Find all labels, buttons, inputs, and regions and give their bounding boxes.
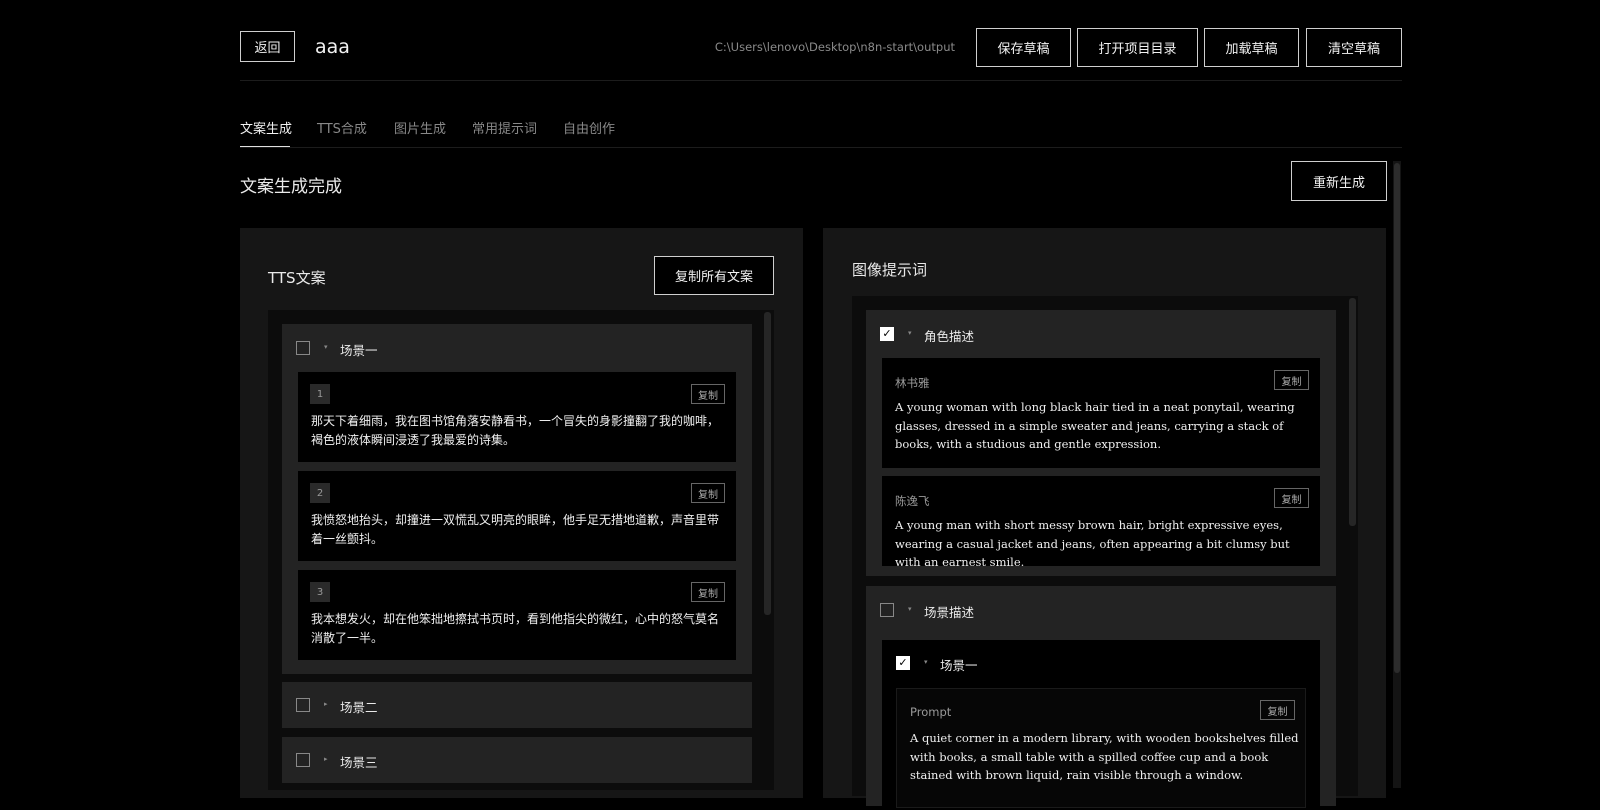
character-section-checkbox[interactable]: ✓ bbox=[880, 327, 894, 341]
prompt-text: A quiet corner in a modern library, with… bbox=[910, 731, 1299, 782]
open-project-dir-button[interactable]: 打开项目目录 bbox=[1077, 28, 1198, 67]
tab-copywriting[interactable]: 文案生成 bbox=[240, 118, 292, 137]
scene-item: ✓ ▾ 场景一 Prompt 复制 A quiet corner in a mo… bbox=[882, 640, 1320, 810]
scene-section-title: 场景描述 bbox=[924, 605, 975, 620]
caret-right-icon[interactable]: ▸ bbox=[324, 755, 328, 763]
prompt-card: Prompt 复制 A quiet corner in a modern lib… bbox=[896, 688, 1306, 808]
character-description: A young woman with long black hair tied … bbox=[895, 400, 1295, 451]
scene-checkbox[interactable] bbox=[296, 698, 310, 712]
tab-tts[interactable]: TTS合成 bbox=[317, 118, 367, 137]
line-number: 3 bbox=[310, 582, 330, 602]
page-title: 文案生成完成 bbox=[240, 177, 342, 197]
character-name: 陈逸飞 bbox=[895, 494, 930, 508]
project-name: aaa bbox=[315, 36, 350, 58]
character-item: 林书雅 复制 A young woman with long black hai… bbox=[882, 358, 1320, 468]
image-list: ✓ ▾ 角色描述 林书雅 复制 A young woman with long … bbox=[852, 296, 1358, 810]
tts-list: ▾ 场景一 1 复制 那天下着细雨，我在图书馆角落安静看书，一个冒失的身影撞翻了… bbox=[268, 310, 774, 790]
regenerate-button[interactable]: 重新生成 bbox=[1291, 161, 1387, 201]
save-draft-button[interactable]: 保存草稿 bbox=[976, 28, 1071, 67]
scene-title: 场景三 bbox=[340, 755, 378, 770]
scene-description-section: ▾ 场景描述 ✓ ▾ 场景一 Prompt 复制 A quiet corner … bbox=[866, 586, 1336, 810]
caret-down-icon[interactable]: ▾ bbox=[908, 605, 912, 613]
copy-button[interactable]: 复制 bbox=[691, 483, 725, 503]
copy-button[interactable]: 复制 bbox=[1260, 700, 1295, 720]
scene-item-title: 场景一 bbox=[940, 658, 978, 673]
scene-card: ▾ 场景一 1 复制 那天下着细雨，我在图书馆角落安静看书，一个冒失的身影撞翻了… bbox=[282, 324, 752, 674]
scene-title: 场景一 bbox=[340, 343, 378, 358]
image-prompt-panel: 图像提示词 ✓ ▾ 角色描述 林书雅 复制 A young woman with… bbox=[823, 228, 1386, 810]
line-item: 2 复制 我愤怒地抬头，却撞进一双慌乱又明亮的眼眸，他手足无措地道歉，声音里带着… bbox=[298, 471, 736, 561]
copy-button[interactable]: 复制 bbox=[1274, 488, 1309, 508]
image-list-scrollbar[interactable] bbox=[1349, 298, 1356, 526]
tab-common-prompts[interactable]: 常用提示词 bbox=[472, 118, 537, 137]
line-item: 1 复制 那天下着细雨，我在图书馆角落安静看书，一个冒失的身影撞翻了我的咖啡，褐… bbox=[298, 372, 736, 462]
scene-card[interactable]: ▸ 场景三 bbox=[282, 737, 752, 783]
copy-all-button[interactable]: 复制所有文案 bbox=[654, 256, 774, 295]
main-scrollbar-thumb[interactable] bbox=[1394, 163, 1400, 673]
scene-checkbox[interactable] bbox=[296, 753, 310, 767]
caret-down-icon[interactable]: ▾ bbox=[324, 343, 328, 351]
character-item: 陈逸飞 复制 A young man with short messy brow… bbox=[882, 476, 1320, 569]
line-text: 我本想发火，却在他笨拙地擦拭书页时，看到他指尖的微红，心中的怒气莫名消散了一半。 bbox=[311, 612, 720, 645]
tts-list-scrollbar[interactable] bbox=[764, 312, 771, 615]
line-number: 1 bbox=[310, 384, 330, 404]
copy-button[interactable]: 复制 bbox=[691, 582, 725, 602]
character-section-title: 角色描述 bbox=[924, 329, 975, 344]
scene-title: 场景二 bbox=[340, 700, 378, 715]
tts-panel: TTS文案 复制所有文案 ▾ 场景一 1 复制 那天下着细雨，我在图书馆角落安静… bbox=[240, 228, 803, 798]
scene-section-checkbox[interactable] bbox=[880, 603, 894, 617]
tabs-divider bbox=[240, 147, 1402, 148]
tab-image-generation[interactable]: 图片生成 bbox=[394, 118, 446, 137]
copy-button[interactable]: 复制 bbox=[691, 384, 725, 404]
line-item: 3 复制 我本想发火，却在他笨拙地擦拭书页时，看到他指尖的微红，心中的怒气莫名消… bbox=[298, 570, 736, 660]
character-section: ✓ ▾ 角色描述 林书雅 复制 A young woman with long … bbox=[866, 310, 1336, 576]
back-button[interactable]: 返回 bbox=[240, 31, 295, 62]
prompt-label: Prompt bbox=[910, 705, 952, 719]
header-divider bbox=[240, 80, 1402, 81]
load-draft-button[interactable]: 加载草稿 bbox=[1204, 28, 1299, 67]
output-path: C:\Users\lenovo\Desktop\n8n-start\output bbox=[714, 40, 955, 54]
character-name: 林书雅 bbox=[895, 376, 930, 390]
image-panel-title: 图像提示词 bbox=[852, 261, 928, 279]
scene-card[interactable]: ▸ 场景二 bbox=[282, 682, 752, 728]
tab-free-creation[interactable]: 自由创作 bbox=[563, 118, 615, 137]
clear-draft-button[interactable]: 清空草稿 bbox=[1306, 28, 1402, 67]
scene-checkbox[interactable] bbox=[296, 341, 310, 355]
caret-down-icon[interactable]: ▾ bbox=[908, 329, 912, 337]
caret-down-icon[interactable]: ▾ bbox=[924, 658, 928, 666]
tts-panel-title: TTS文案 bbox=[268, 269, 326, 287]
line-text: 那天下着细雨，我在图书馆角落安静看书，一个冒失的身影撞翻了我的咖啡，褐色的液体瞬… bbox=[311, 414, 720, 447]
line-number: 2 bbox=[310, 483, 330, 503]
scene-item-checkbox[interactable]: ✓ bbox=[896, 656, 910, 670]
character-description: A young man with short messy brown hair,… bbox=[895, 518, 1290, 569]
copy-button[interactable]: 复制 bbox=[1274, 370, 1309, 390]
caret-right-icon[interactable]: ▸ bbox=[324, 700, 328, 708]
line-text: 我愤怒地抬头，却撞进一双慌乱又明亮的眼眸，他手足无措地道歉，声音里带着一丝颤抖。 bbox=[311, 513, 720, 546]
